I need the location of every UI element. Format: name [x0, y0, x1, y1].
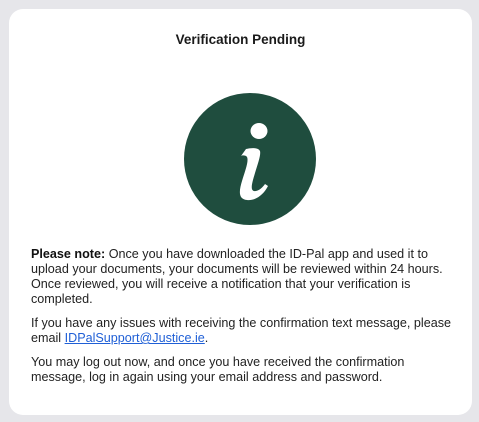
issues-paragraph: If you have any issues with receiving th… [31, 316, 461, 346]
message-body: Please note: Once you have downloaded th… [31, 247, 461, 394]
dialog-title: Verification Pending [175, 32, 306, 47]
verification-card: Verification Pending Please note: Once y… [9, 9, 472, 415]
note-paragraph: Please note: Once you have downloaded th… [31, 247, 461, 307]
issues-suffix: . [204, 331, 209, 345]
note-label: Please note: [31, 247, 106, 261]
info-icon [184, 93, 316, 225]
logout-paragraph: You may log out now, and once you have r… [31, 355, 405, 384]
support-email-link[interactable]: IDPalSupport@Justice.ie [65, 331, 205, 345]
